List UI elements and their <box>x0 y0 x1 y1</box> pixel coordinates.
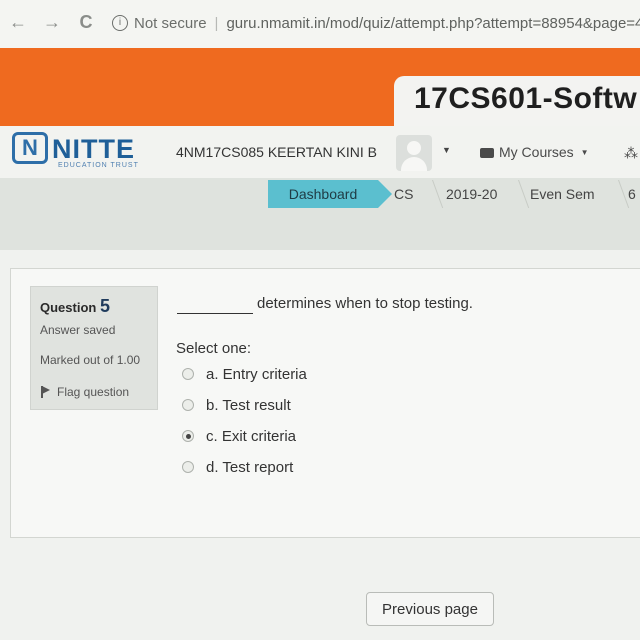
address-divider: | <box>214 15 219 32</box>
answer-option-label[interactable]: d. Test report <box>206 459 293 476</box>
forward-arrow-icon[interactable]: → <box>40 10 64 34</box>
flag-question-link[interactable]: Flag question <box>40 384 129 399</box>
answer-option-label[interactable]: b. Test result <box>206 397 291 414</box>
nitte-logo-text[interactable]: NITTE <box>52 134 135 165</box>
user-name[interactable]: 4NM17CS085 KEERTAN KINI B <box>176 144 377 160</box>
user-menu-caret-icon[interactable]: ▼ <box>442 145 451 155</box>
previous-page-button[interactable]: Previous page <box>366 592 494 626</box>
breadcrumb-cs[interactable]: CS <box>394 180 413 208</box>
answer-option-label[interactable]: c. Exit criteria <box>206 428 296 445</box>
briefcase-icon <box>480 148 494 158</box>
address-bar[interactable]: i Not secure | guru.nmamit.in/mod/quiz/atte… <box>112 10 640 38</box>
question-blank <box>177 313 253 314</box>
breadcrumb-year[interactable]: 2019-20 <box>446 180 497 208</box>
question-state: Answer saved <box>40 323 116 337</box>
info-icon[interactable]: i <box>112 15 128 32</box>
user-avatar[interactable] <box>396 135 432 171</box>
radio-button[interactable] <box>182 399 194 411</box>
select-one-prompt: Select one: <box>176 340 252 357</box>
reload-icon[interactable]: C <box>74 10 98 34</box>
back-arrow-icon[interactable]: ← <box>6 10 30 34</box>
my-courses-menu[interactable]: My Courses ▼ <box>480 144 589 160</box>
breadcrumb-dashboard[interactable]: Dashboard <box>268 180 392 208</box>
question-label: Question <box>40 300 97 315</box>
question-text: determines when to stop testing. <box>257 295 473 312</box>
question-grade: Marked out of 1.00 <box>40 353 141 367</box>
flag-question-label: Flag question <box>57 385 130 399</box>
flag-icon <box>40 386 51 398</box>
breadcrumb-semester[interactable]: Even Sem <box>530 180 595 208</box>
courses-caret-icon: ▼ <box>580 148 589 157</box>
sitemap-icon[interactable]: ⁂ <box>624 145 638 162</box>
radio-button[interactable] <box>182 368 194 380</box>
url-text[interactable]: guru.nmamit.in/mod/quiz/attempt.php?atte… <box>226 15 640 32</box>
radio-button[interactable] <box>182 461 194 473</box>
my-courses-label: My Courses <box>499 144 574 160</box>
radio-button-selected[interactable] <box>182 430 194 442</box>
breadcrumb-item-6[interactable]: 6 <box>628 180 636 208</box>
question-number-label: Question 5 <box>40 296 110 317</box>
question-number: 5 <box>99 296 110 316</box>
nitte-logo-mark[interactable]: N <box>12 132 48 164</box>
answer-option-label[interactable]: a. Entry criteria <box>206 366 307 383</box>
course-title: 17CS601-Softw <box>414 82 638 115</box>
security-status: Not secure <box>134 15 207 32</box>
nitte-logo-subtext: EDUCATION TRUST <box>58 162 139 169</box>
